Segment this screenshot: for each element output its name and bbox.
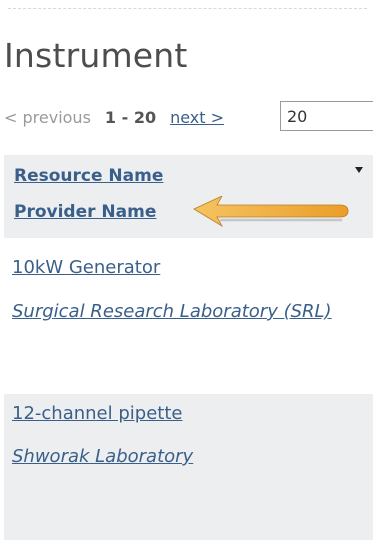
- provider-link[interactable]: Surgical Research Laboratory (SRL): [12, 297, 352, 327]
- per-page-input[interactable]: [280, 101, 373, 131]
- caret-down-icon[interactable]: [355, 167, 363, 173]
- arrow-left-icon: [193, 196, 349, 228]
- provider-name-sort-link[interactable]: Provider Name: [14, 202, 156, 222]
- previous-page-link[interactable]: < previous: [4, 108, 91, 127]
- next-page-link[interactable]: next >: [170, 108, 224, 127]
- instrument-list-panel: Instrument < previous 1 - 20 next > Reso…: [0, 0, 373, 540]
- table-row: 12-channel pipette Shworak Laboratory: [4, 394, 373, 540]
- resource-link[interactable]: 10kW Generator: [12, 257, 160, 278]
- page-range-label: 1 - 20: [104, 107, 157, 127]
- provider-link[interactable]: Shworak Laboratory: [12, 442, 352, 472]
- page-title: Instrument: [4, 36, 188, 75]
- pagination-bar: < previous 1 - 20 next >: [4, 101, 224, 133]
- resource-name-sort-link[interactable]: Resource Name: [14, 166, 163, 186]
- resource-link[interactable]: 12-channel pipette: [12, 403, 182, 424]
- table-row: 10kW Generator Surgical Research Laborat…: [4, 238, 373, 394]
- top-divider: [8, 8, 367, 9]
